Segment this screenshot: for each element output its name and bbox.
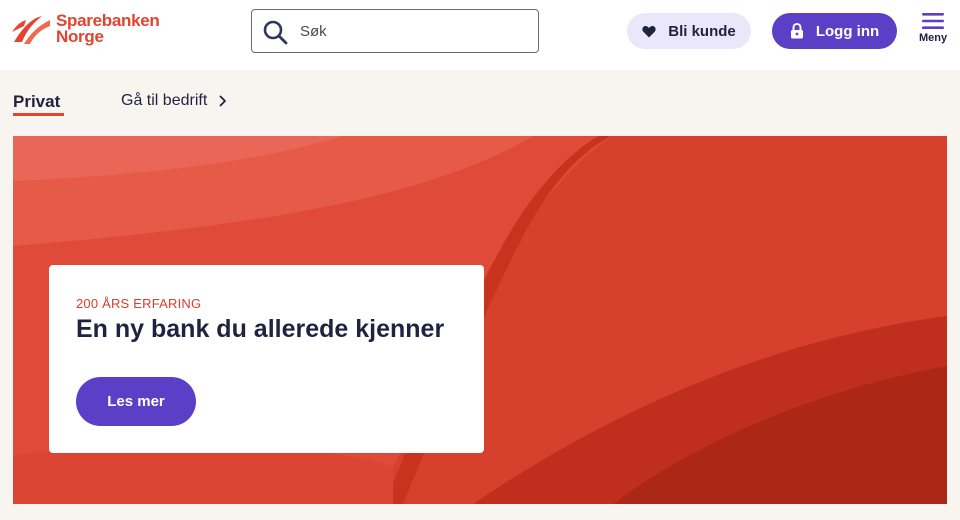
hero-title: En ny bank du allerede kjenner [76, 315, 445, 343]
active-tab-indicator [13, 113, 64, 116]
hamburger-icon [922, 13, 944, 29]
menu-label: Meny [918, 32, 948, 44]
tab-privat[interactable]: Privat [13, 92, 60, 112]
bedrift-link-label: Gå til bedrift [121, 92, 208, 109]
search-input[interactable] [300, 10, 530, 52]
chevron-right-icon [219, 95, 227, 107]
hero-eyebrow: 200 ÅRS ERFARING [76, 296, 202, 311]
brand-name: Sparebanken Norge [56, 12, 160, 46]
bli-kunde-button[interactable]: Bli kunde [627, 13, 751, 49]
brand-name-line2: Norge [56, 27, 104, 46]
menu-button[interactable]: Meny [913, 12, 953, 52]
brand-logo[interactable]: Sparebanken Norge [12, 12, 160, 46]
bli-kunde-label: Bli kunde [668, 22, 736, 40]
logg-inn-label: Logg inn [815, 22, 880, 40]
search-icon[interactable] [262, 19, 288, 45]
heart-icon [642, 25, 656, 37]
lock-icon [790, 23, 803, 39]
hero-card: 200 ÅRS ERFARING En ny bank du allerede … [49, 265, 484, 453]
search-box[interactable] [251, 9, 539, 53]
brand-logo-mark [12, 16, 50, 44]
site-header: Sparebanken Norge Bli kunde Logg inn Men… [0, 0, 960, 70]
les-mer-button[interactable]: Les mer [76, 377, 196, 426]
logg-inn-button[interactable]: Logg inn [772, 13, 897, 49]
bedrift-link[interactable]: Gå til bedrift [121, 92, 227, 110]
